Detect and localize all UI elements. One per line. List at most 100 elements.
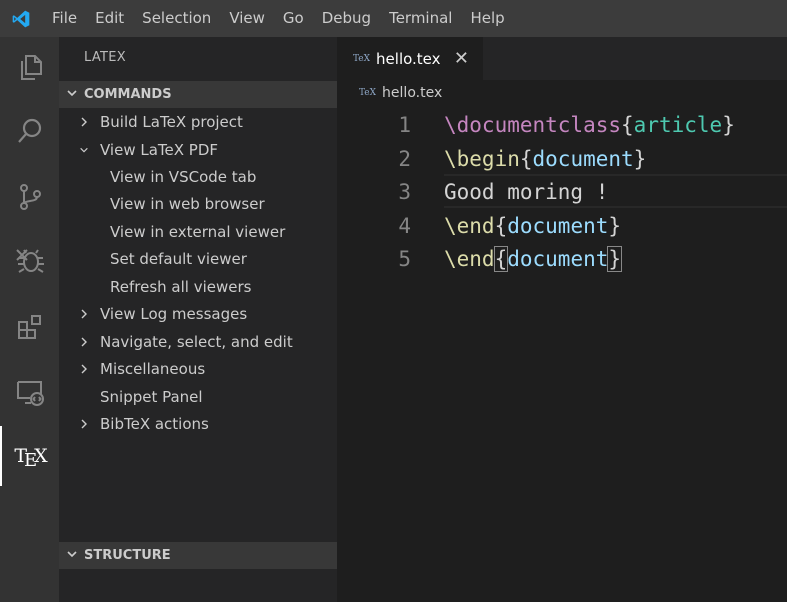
chevron-down-icon xyxy=(59,548,84,564)
code-token: } xyxy=(607,246,623,273)
code-token: \end xyxy=(444,213,495,238)
tree-item[interactable]: View in external viewer xyxy=(59,218,337,245)
code-token: } xyxy=(608,213,622,238)
code-text: \documentclass{article} xyxy=(444,108,735,142)
title-bar: File Edit Selection View Go Debug Terminal Help xyxy=(0,0,787,37)
line-number: 4 xyxy=(398,213,411,238)
extensions-icon[interactable] xyxy=(0,297,59,357)
menu-item-edit[interactable]: Edit xyxy=(86,0,133,37)
code-token: { xyxy=(493,246,509,273)
tab-hello-tex[interactable]: TeX hello.tex ✕ xyxy=(337,37,483,80)
menu-item-view[interactable]: View xyxy=(220,0,274,37)
tex-file-icon: TeX xyxy=(359,88,377,98)
debug-icon[interactable] xyxy=(0,230,59,290)
code-text: \end{document} xyxy=(444,209,621,243)
chevron-right-icon xyxy=(79,336,89,348)
close-icon[interactable]: ✕ xyxy=(454,48,469,69)
line-number: 3 xyxy=(398,180,411,205)
vscode-logo-icon xyxy=(0,0,42,37)
tex-letter-x: X xyxy=(34,445,47,467)
tree-item[interactable]: Navigate, select, and edit xyxy=(59,328,337,355)
tree-item-label: Miscellaneous xyxy=(100,359,206,378)
code-token: { xyxy=(494,213,508,238)
tex-letter-e: E xyxy=(24,450,37,471)
tree-item-label: BibTeX actions xyxy=(100,414,209,433)
structure-section-header[interactable]: STRUCTURE xyxy=(59,542,337,569)
chevron-right-icon xyxy=(79,116,89,128)
tree-item[interactable]: Snippet Panel xyxy=(59,383,337,410)
code-token: document xyxy=(532,146,634,171)
tree-item[interactable]: Set default viewer xyxy=(59,245,337,272)
breadcrumb[interactable]: TeX hello.tex xyxy=(359,85,442,101)
menu-bar: File Edit Selection View Go Debug Terminal Help xyxy=(42,0,514,37)
code-text: \end{document} xyxy=(444,242,623,276)
tex-icon[interactable]: TEX xyxy=(0,426,59,486)
chevron-right-icon xyxy=(79,308,89,320)
tree-item[interactable]: View Log messages xyxy=(59,300,337,327)
code-token: } xyxy=(722,113,735,137)
tree-item[interactable]: View in web browser xyxy=(59,190,337,217)
code-text: Good moring ! xyxy=(444,175,608,209)
remote-explorer-icon[interactable] xyxy=(0,362,59,422)
code-token: document xyxy=(507,247,609,272)
menu-item-file[interactable]: File xyxy=(42,0,86,37)
chevron-down-icon xyxy=(79,145,89,155)
menu-item-help[interactable]: Help xyxy=(461,0,513,37)
tree-item-label: View in web browser xyxy=(110,194,265,213)
tree-item-label: Snippet Panel xyxy=(100,387,203,406)
code-token: \end xyxy=(444,247,495,272)
search-icon[interactable] xyxy=(0,101,59,161)
tree-item-label: View LaTeX PDF xyxy=(100,140,219,159)
code-token: document xyxy=(507,213,609,238)
tab-label: hello.tex xyxy=(376,49,441,68)
code-token: Good moring ! xyxy=(444,180,609,205)
commands-section-header[interactable]: COMMANDS xyxy=(59,81,337,108)
line-number: 5 xyxy=(398,247,411,272)
code-line: 5 \end{document} xyxy=(337,242,787,276)
code-token: \begin xyxy=(444,146,520,171)
menu-item-terminal[interactable]: Terminal xyxy=(380,0,461,37)
tree-item-label: View in VSCode tab xyxy=(110,167,257,186)
menu-item-selection[interactable]: Selection xyxy=(133,0,220,37)
code-token: \documentclass xyxy=(444,113,622,137)
tree-item[interactable]: Miscellaneous xyxy=(59,355,337,382)
tree-item-label: Set default viewer xyxy=(110,249,247,268)
latex-sidebar: LATEX COMMANDS Build LaTeX project View L… xyxy=(59,37,337,602)
code-line: 4 \end{document} xyxy=(337,209,787,243)
menu-item-debug[interactable]: Debug xyxy=(313,0,380,37)
menu-item-go[interactable]: Go xyxy=(274,0,313,37)
activity-bar: TEX xyxy=(0,37,59,602)
tab-bar: TeX hello.tex ✕ xyxy=(337,37,787,80)
tree-item-label: View in external viewer xyxy=(110,222,286,241)
tree-item-label: View Log messages xyxy=(100,304,248,323)
line-number: 1 xyxy=(398,113,411,137)
code-token: { xyxy=(621,113,634,137)
tree-item-label: Navigate, select, and edit xyxy=(100,332,293,351)
tree-item[interactable]: BibTeX actions xyxy=(59,410,337,437)
tex-logo-text: TEX xyxy=(14,445,47,471)
breadcrumb-file-label: hello.tex xyxy=(382,85,443,101)
code-token: { xyxy=(519,146,533,171)
code-line: 2 \begin{document} xyxy=(337,142,787,176)
chevron-right-icon xyxy=(79,418,89,430)
tex-file-icon: TeX xyxy=(353,53,371,64)
chevron-down-icon xyxy=(59,87,84,103)
chevron-right-icon xyxy=(79,363,89,375)
tree-item-label: Build LaTeX project xyxy=(100,112,243,131)
code-text: \begin{document} xyxy=(444,142,646,176)
structure-header-label: STRUCTURE xyxy=(84,548,171,563)
tree-item[interactable]: View LaTeX PDF xyxy=(59,136,337,163)
editor-area: TeX hello.tex ✕ TeX hello.tex 1 \document… xyxy=(337,37,787,602)
code-line: 3 Good moring ! xyxy=(337,175,787,209)
tree-item[interactable]: Refresh all viewers xyxy=(59,273,337,300)
explorer-icon[interactable] xyxy=(0,37,59,97)
line-number: 2 xyxy=(398,146,411,171)
tree-item[interactable]: Build LaTeX project xyxy=(59,108,337,135)
source-control-icon[interactable] xyxy=(0,167,59,227)
code-line: 1 \documentclass{article} xyxy=(337,108,787,142)
tree-item-label: Refresh all viewers xyxy=(110,277,252,296)
commands-header-label: COMMANDS xyxy=(84,87,172,102)
code-token: } xyxy=(633,146,647,171)
sidebar-title: LATEX xyxy=(84,50,126,65)
tree-item[interactable]: View in VSCode tab xyxy=(59,163,337,190)
